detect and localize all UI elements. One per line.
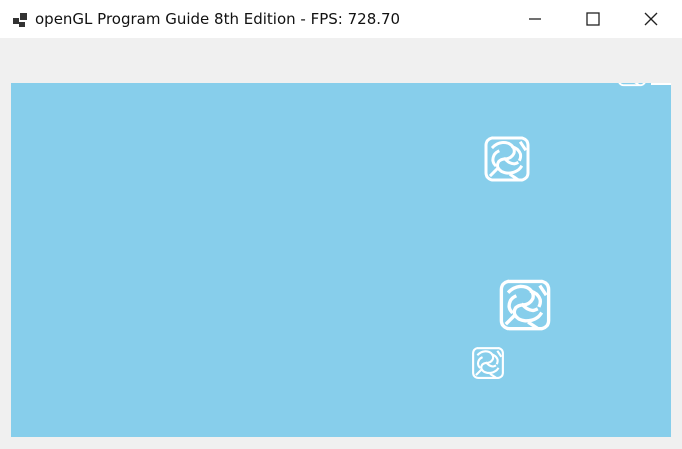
viewport-background: [11, 83, 671, 437]
bottom-status-strip: [0, 437, 682, 449]
toolbar-area: [0, 38, 682, 83]
close-icon: [644, 12, 658, 26]
viewport-scene: [11, 83, 671, 437]
opengl-viewport[interactable]: [11, 83, 671, 437]
window-title: openGL Program Guide 8th Edition - FPS: …: [35, 10, 401, 28]
app-window: openGL Program Guide 8th Edition - FPS: …: [0, 0, 682, 449]
maximize-icon: [586, 12, 600, 26]
close-button[interactable]: [628, 0, 674, 38]
title-bar[interactable]: openGL Program Guide 8th Edition - FPS: …: [0, 0, 682, 38]
minimize-button[interactable]: [512, 0, 558, 38]
maximize-button[interactable]: [570, 0, 616, 38]
minimize-icon: [529, 18, 541, 20]
window-tiles-icon: [13, 13, 27, 27]
top-right-highlight: [651, 83, 671, 85]
